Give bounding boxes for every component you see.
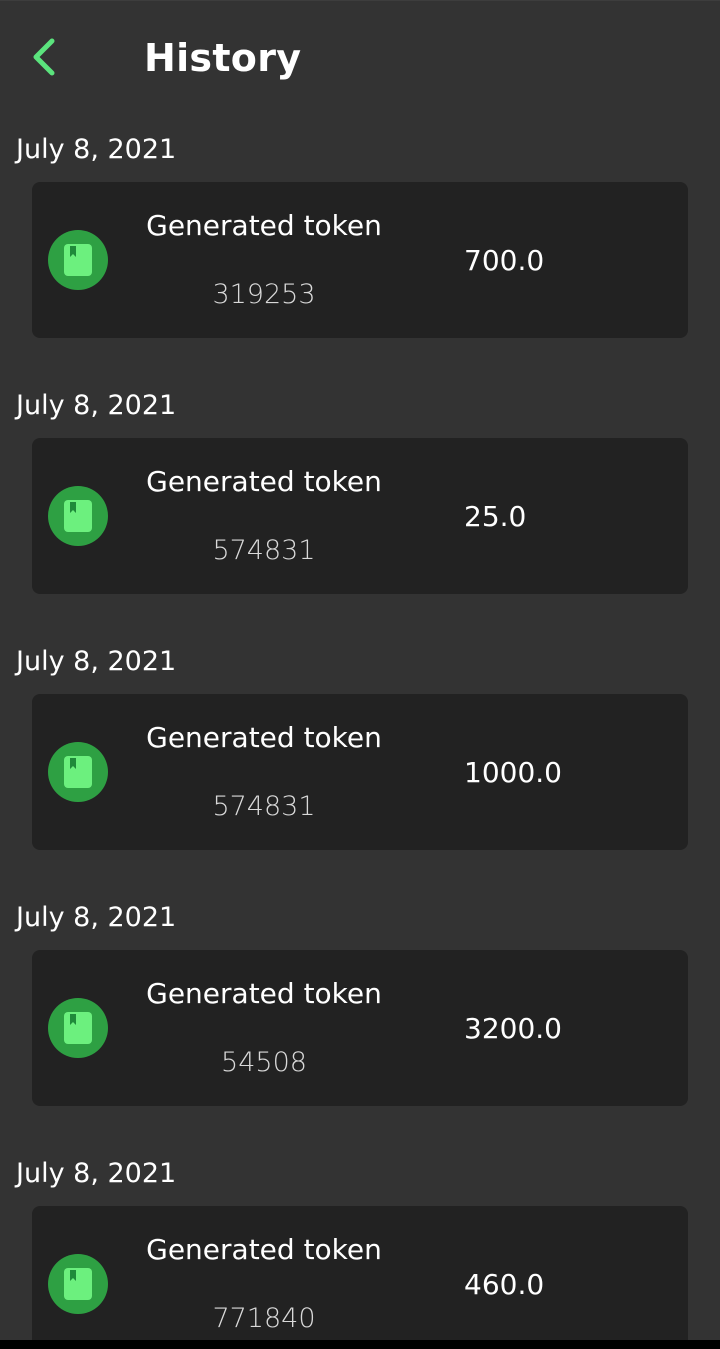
app-header: History <box>0 1 720 113</box>
history-list[interactable]: July 8, 2021 Generated token 319253 700.… <box>0 113 720 1340</box>
transaction-title: Generated token <box>146 465 382 498</box>
history-card[interactable]: Generated token 319253 700.0 <box>32 182 688 338</box>
history-group: July 8, 2021 Generated token 54508 3200.… <box>0 881 720 1137</box>
token-number: 54508 <box>221 1047 307 1078</box>
token-number: 319253 <box>212 279 316 310</box>
book-icon <box>48 486 108 546</box>
history-card[interactable]: Generated token 574831 1000.0 <box>32 694 688 850</box>
transaction-title: Generated token <box>146 977 382 1010</box>
history-group: July 8, 2021 Generated token 574831 1000… <box>0 625 720 881</box>
transaction-title: Generated token <box>146 1233 382 1266</box>
amount-value: 3200.0 <box>464 1012 562 1045</box>
date-label: July 8, 2021 <box>16 390 177 421</box>
transaction-title: Generated token <box>146 209 382 242</box>
chevron-left-icon <box>33 38 55 76</box>
history-card[interactable]: Generated token 574831 25.0 <box>32 438 688 594</box>
history-group: July 8, 2021 Generated token 771840 460.… <box>0 1137 720 1340</box>
system-nav-bar <box>0 1340 720 1349</box>
book-icon <box>48 742 108 802</box>
page-title: History <box>144 36 302 80</box>
book-icon <box>48 1254 108 1314</box>
token-number: 574831 <box>212 791 316 822</box>
amount-value: 460.0 <box>464 1268 545 1301</box>
amount-value: 1000.0 <box>464 756 562 789</box>
date-label: July 8, 2021 <box>16 646 177 677</box>
history-card[interactable]: Generated token 771840 460.0 <box>32 1206 688 1340</box>
token-number: 574831 <box>212 535 316 566</box>
back-button[interactable] <box>20 31 72 83</box>
book-icon <box>48 998 108 1058</box>
history-group: July 8, 2021 Generated token 574831 25.0 <box>0 369 720 625</box>
date-label: July 8, 2021 <box>16 1158 177 1189</box>
history-screen: History July 8, 2021 Generated token 319… <box>0 0 720 1340</box>
book-icon <box>48 230 108 290</box>
amount-value: 25.0 <box>464 500 527 533</box>
history-card[interactable]: Generated token 54508 3200.0 <box>32 950 688 1106</box>
history-group: July 8, 2021 Generated token 319253 700.… <box>0 113 720 369</box>
transaction-title: Generated token <box>146 721 382 754</box>
token-number: 771840 <box>212 1303 316 1334</box>
date-label: July 8, 2021 <box>16 902 177 933</box>
amount-value: 700.0 <box>464 244 545 277</box>
date-label: July 8, 2021 <box>16 134 177 165</box>
